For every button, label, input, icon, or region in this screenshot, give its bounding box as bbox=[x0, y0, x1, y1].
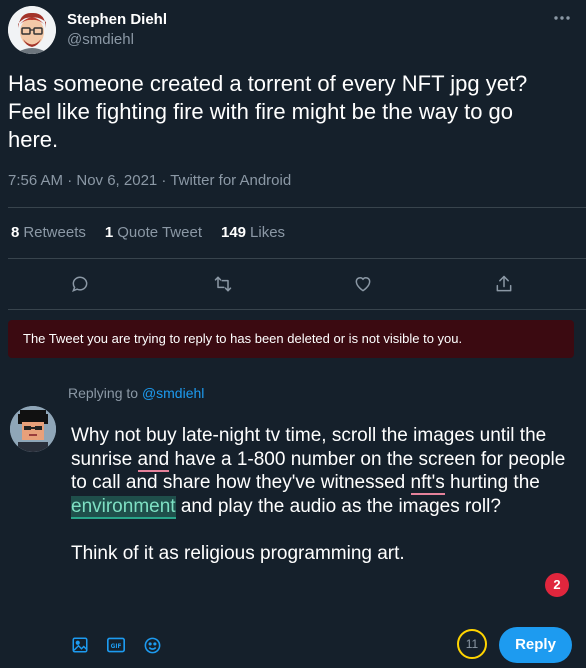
grammar-checker-badge[interactable]: 2 bbox=[545, 573, 569, 597]
quotes-stat[interactable]: 1 Quote Tweet bbox=[105, 223, 202, 243]
share-icon bbox=[496, 275, 512, 292]
reply-action-button[interactable] bbox=[68, 272, 92, 296]
reply-user-avatar[interactable] bbox=[10, 406, 56, 452]
tweet-actions bbox=[0, 266, 586, 302]
tweet-text: Has someone created a torrent of every N… bbox=[8, 70, 568, 154]
deleted-tweet-notice: The Tweet you are trying to reply to has… bbox=[8, 320, 574, 358]
retweet-action-button[interactable] bbox=[211, 272, 235, 296]
likes-count: 149 bbox=[221, 224, 247, 241]
reply-paragraph: Think of it as religious programming art… bbox=[71, 543, 405, 564]
quotes-count: 1 bbox=[104, 224, 114, 241]
reply-text-segment: hurting the bbox=[444, 472, 540, 493]
author-display-name[interactable]: Stephen Diehl bbox=[67, 10, 167, 30]
tweet-text-line: Feel like fighting fire with fire might … bbox=[8, 99, 514, 124]
retweets-stat[interactable]: 8 Retweets bbox=[11, 223, 86, 243]
reply-composer-textarea[interactable]: Why not buy late-night tv time, scroll t… bbox=[71, 424, 571, 566]
tweet-timestamp[interactable]: 7:56 AM · Nov 6, 2021 · Twitter for Andr… bbox=[8, 171, 291, 191]
like-icon bbox=[355, 277, 371, 292]
tweet-stats: 8 Retweets 1 Quote Tweet 149 Likes bbox=[11, 223, 304, 243]
spelling-suggestion[interactable]: nft's bbox=[410, 472, 445, 495]
retweet-icon bbox=[214, 276, 232, 292]
grammar-suggestion[interactable]: and bbox=[137, 448, 170, 472]
reply-paragraph: Why not buy late-night tv time, scroll t… bbox=[71, 424, 571, 519]
replying-to-label: Replying to bbox=[68, 385, 139, 401]
author-handle[interactable]: @smdiehl bbox=[67, 30, 167, 50]
more-options-button[interactable] bbox=[550, 8, 574, 28]
quotes-label: Quote Tweet bbox=[117, 224, 202, 241]
gif-icon: GIF bbox=[107, 637, 125, 653]
image-icon bbox=[72, 637, 88, 653]
add-image-button[interactable] bbox=[70, 635, 90, 655]
more-icon bbox=[554, 16, 570, 20]
divider bbox=[8, 207, 586, 208]
tweet-author: Stephen Diehl @smdiehl bbox=[8, 6, 167, 54]
reply-text-segment: and play the audio as the images roll? bbox=[175, 495, 501, 517]
replying-to-mention[interactable]: @smdiehl bbox=[142, 385, 204, 401]
retweets-count: 8 bbox=[11, 224, 20, 241]
share-action-button[interactable] bbox=[492, 272, 516, 296]
add-gif-button[interactable]: GIF bbox=[106, 635, 126, 655]
author-avatar[interactable] bbox=[8, 6, 56, 54]
author-names: Stephen Diehl @smdiehl bbox=[67, 10, 167, 50]
reply-submit-button[interactable]: Reply bbox=[499, 627, 572, 663]
tweet-text-line: Has someone created a torrent of every N… bbox=[8, 71, 528, 96]
svg-text:GIF: GIF bbox=[111, 644, 122, 650]
add-emoji-button[interactable] bbox=[142, 635, 162, 655]
likes-stat[interactable]: 149 Likes bbox=[221, 223, 285, 243]
retweets-label: Retweets bbox=[23, 224, 86, 241]
highlighted-word[interactable]: environment bbox=[71, 495, 176, 519]
like-action-button[interactable] bbox=[351, 272, 375, 296]
emoji-icon bbox=[144, 637, 160, 653]
tweet-detail-page: Stephen Diehl @smdiehl Has someone creat… bbox=[0, 0, 586, 668]
likes-label: Likes bbox=[250, 224, 286, 241]
divider bbox=[8, 309, 586, 310]
character-counter: 11 bbox=[457, 629, 487, 659]
comment-icon bbox=[72, 276, 88, 292]
tweet-text-line: here. bbox=[8, 127, 59, 152]
divider bbox=[8, 258, 586, 259]
replying-to: Replying to @smdiehl bbox=[68, 384, 204, 402]
